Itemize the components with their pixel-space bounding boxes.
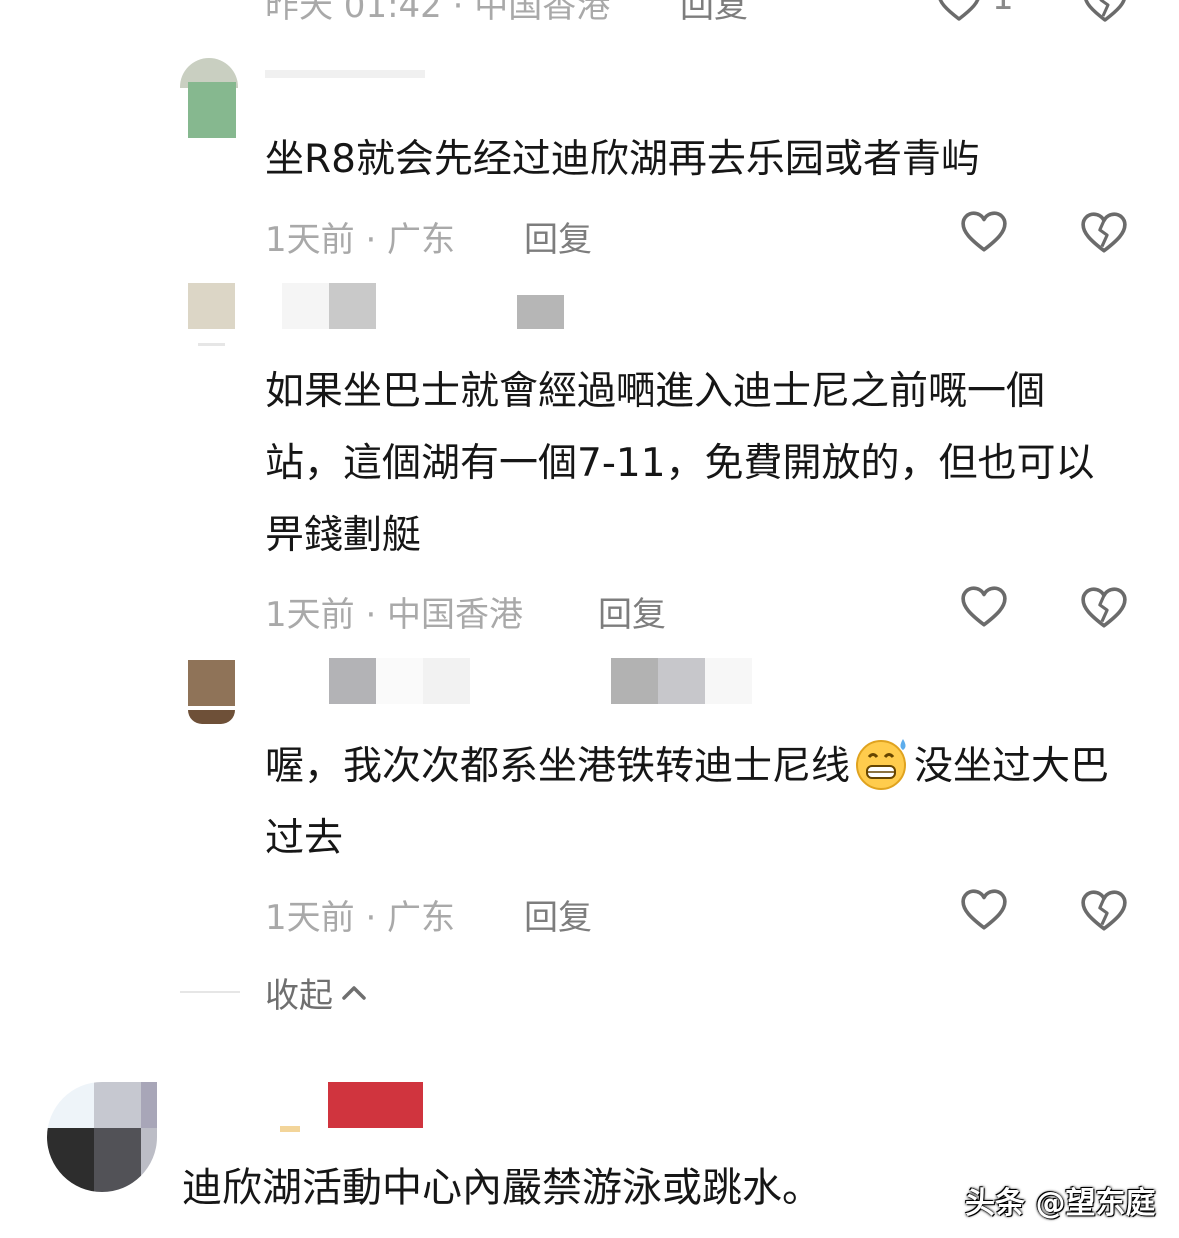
heart-outline-icon: [961, 586, 1007, 627]
reply-meta: 1天前 · 广东: [265, 898, 456, 938]
like-button[interactable]: [960, 888, 1008, 932]
broken-heart-icon: [1081, 587, 1127, 628]
username-redacted[interactable]: [328, 1082, 423, 1128]
username-redacted[interactable]: [282, 283, 329, 329]
top-like-count: 1: [992, 0, 1014, 18]
heart-outline-icon: [938, 0, 980, 21]
top-like-button[interactable]: [936, 0, 982, 22]
heart-outline-icon: [961, 211, 1007, 252]
collapse-button[interactable]: 收起: [265, 968, 369, 1017]
reply-meta: 1天前 · 广东: [265, 220, 456, 260]
watermark: 头条 @望东庭: [965, 1186, 1156, 1221]
collapse-divider: [180, 991, 240, 993]
avatar[interactable]: [180, 58, 238, 138]
avatar[interactable]: [188, 283, 235, 349]
reply-button[interactable]: 回复: [598, 587, 666, 636]
heart-outline-icon: [961, 889, 1007, 930]
reply-button[interactable]: 回复: [524, 212, 592, 261]
dislike-button[interactable]: [1080, 888, 1128, 934]
avatar[interactable]: [188, 660, 235, 726]
reply-text: 坐R8就会先经过迪欣湖再去乐园或者青屿: [265, 137, 980, 182]
top-dislike-button[interactable]: [1082, 0, 1128, 24]
dislike-button[interactable]: [1080, 585, 1128, 631]
top-reply-button[interactable]: 回复: [680, 0, 748, 27]
avatar[interactable]: [47, 1082, 157, 1192]
username-redacted[interactable]: [329, 658, 376, 704]
chevron-up-icon: [342, 985, 366, 1000]
like-button[interactable]: [960, 210, 1008, 254]
top-comment-meta: 昨天 01:42 · 中国香港: [265, 0, 611, 26]
like-button[interactable]: [960, 585, 1008, 629]
broken-heart-icon: [1084, 0, 1126, 22]
reply-button[interactable]: 回复: [524, 890, 592, 939]
username-redacted[interactable]: [265, 70, 425, 78]
broken-heart-icon: [1081, 212, 1127, 253]
comment-text: 迪欣湖活動中心內嚴禁游泳或跳水。: [182, 1165, 822, 1211]
broken-heart-icon: [1081, 890, 1127, 931]
reply-meta: 1天前 · 中国香港: [265, 595, 524, 635]
reply-text: 如果坐巴士就會經過嗮進入迪士尼之前嘅一個站，這個湖有一個7-11，免費開放的，但…: [265, 369, 1095, 558]
reply-text: 喔，我次次都系坐港铁转迪士尼线 没坐过大巴过去: [265, 731, 1135, 875]
dislike-button[interactable]: [1080, 210, 1128, 256]
collapse-label: 收起: [265, 976, 333, 1016]
grinning-sweat-emoji-icon: [852, 735, 912, 791]
